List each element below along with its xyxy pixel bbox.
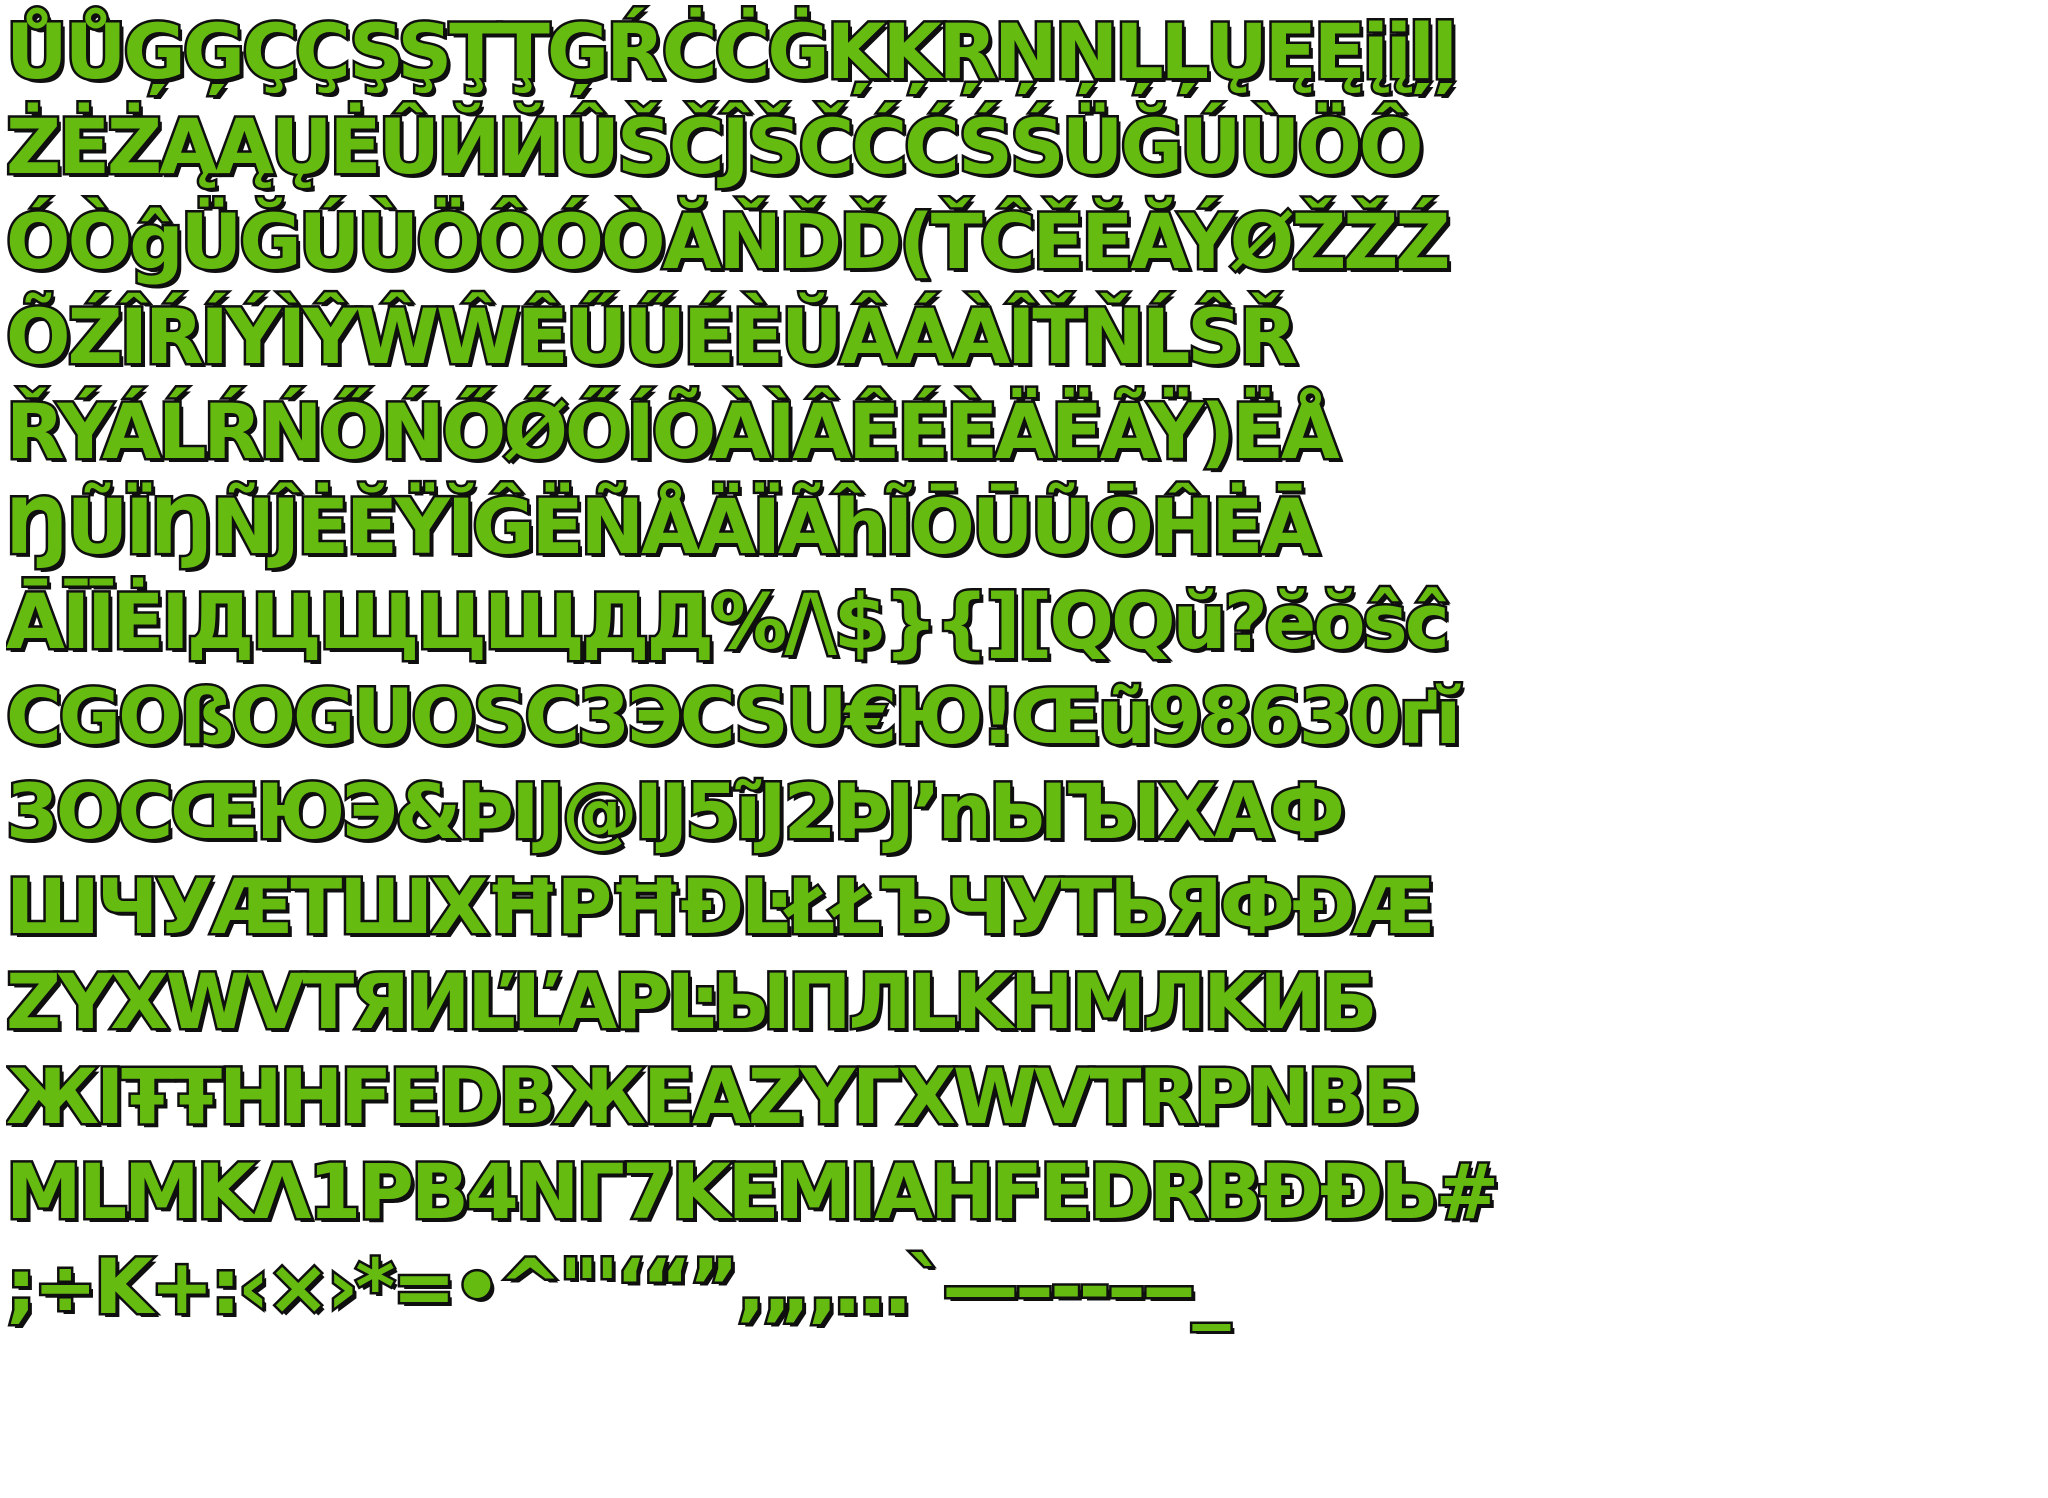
glyph-row-4: ÕŹÎŔÍÝÌŶŴŴÊŰŰÉÈŬÂÁÀÎŤŇĹŜŘ <box>6 290 1300 384</box>
glyph-row-3: ÓÒĝÜĞÚÙÖÔÓÒĂŇĎĎ(ŤĈĚĔĂÝØŽŽŹ <box>6 195 1453 289</box>
glyph-row-5: ŘÝÁĹŔŃŐŃŐǾŐÍÕÀÌÂÊÉÈÄËÃŸ)ËÅ <box>6 385 1342 479</box>
glyph-row-11: ZYXWVTЯИĽĽAPĿЫПЛLKHMЛKИБ <box>6 955 1380 1049</box>
glyph-row-7: ĀĪĪĖІДЦЩЦЩДД%/\$}{][QQŭ?ĕŏŝĉ <box>6 575 1452 669</box>
glyph-row-8: CGOßOGUOSC3ЭCSU€Ю!Œũ98630ґĭ <box>6 670 1464 764</box>
glyph-row-6: ŊŨÏŊÑĴĖĔŸĬĜËÑÅÄÏÃĥĨŌŪŨŌĤĖĀ <box>6 480 1322 574</box>
glyph-row-10: ШЧУÆTШXĦPĦĐĿŁŁЪЧУТЬЯФĐÆ <box>6 860 1438 954</box>
glyph-row-13: MLMKΛ1PB4NГ7KEMIAHFEDRBĐĐЬ# <box>6 1145 1502 1239</box>
glyph-row-12: ЖIŦŦHHFEDBЖEAZYГXWVTRPNBБ <box>6 1050 1423 1144</box>
glyph-atlas: ŮŮĢĢÇÇŞŞŢŢĢŔĊĊĠĶĶŖŅŅĻĻŲĘĘįįļļ ŻĖŻĄĄŲĖÛЙЙ… <box>6 4 2042 1494</box>
glyph-row-2: ŻĖŻĄĄŲĖÛЙЙÛŠČĴŠČĆĆŚŚÜĞÚÙÖÔ <box>6 100 1426 194</box>
glyph-row-1: ŮŮĢĢÇÇŞŞŢŢĢŔĊĊĠĶĶŖŅŅĻĻŲĘĘįįļļ <box>6 5 1460 99</box>
glyph-row-14: ;÷K+:‹×›*=•^"'‘“”‚„,…`—–-‑–‒_ <box>6 1240 1233 1334</box>
glyph-row-9: 3OCŒЮЭ&ÞIJ@IJ5ĩJ2ÞJʼnЫЪIXAФ <box>6 765 1348 859</box>
